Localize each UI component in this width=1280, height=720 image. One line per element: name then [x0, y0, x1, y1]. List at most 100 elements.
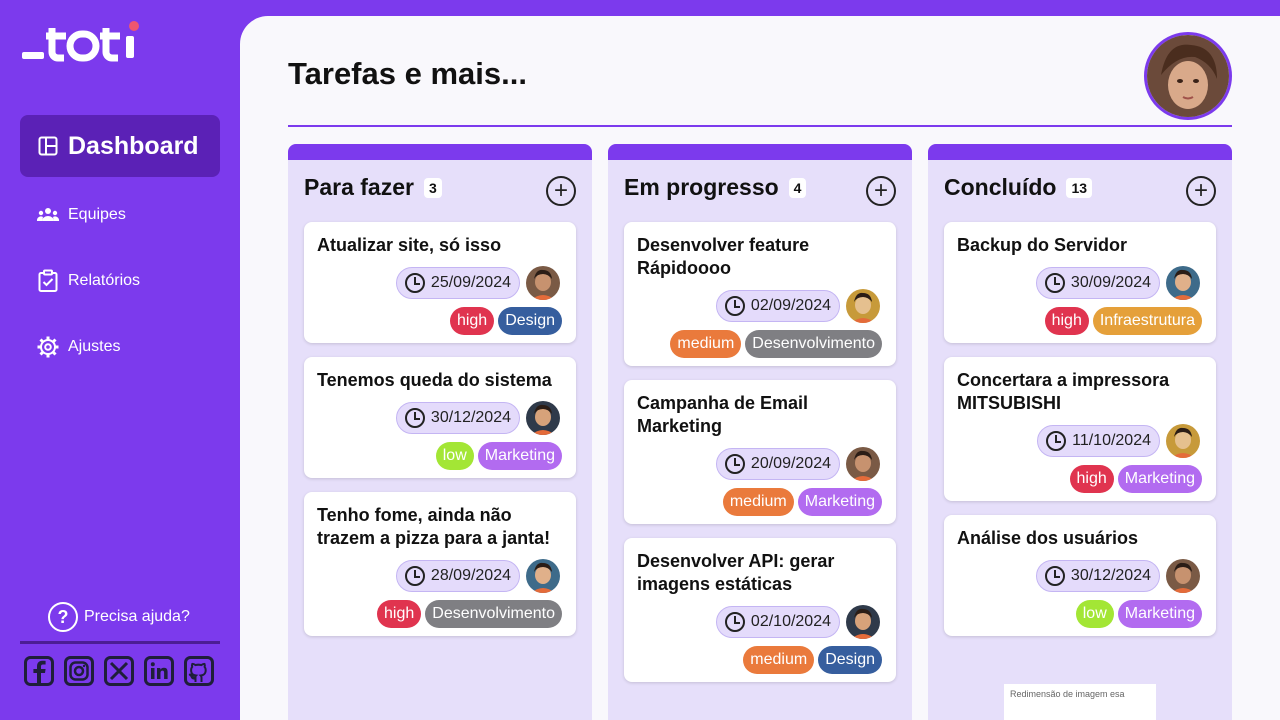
column-header: Em progresso 4 [624, 174, 807, 201]
task-tags: high Design [449, 307, 562, 335]
assignee-avatar[interactable] [1166, 424, 1200, 458]
column-header-bar [288, 144, 592, 160]
instagram-icon[interactable] [64, 656, 94, 686]
task-title: Tenemos queda do sistema [317, 370, 552, 390]
sidebar-item-label: Ajustes [68, 338, 121, 355]
task-card[interactable]: Concertara a impressora MITSUBISHI 11/10/… [944, 357, 1216, 501]
facebook-icon[interactable] [24, 656, 54, 686]
task-meta: 20/09/2024 [715, 447, 880, 481]
tooltip-text: Redimensão de imagem esa [1010, 689, 1125, 699]
github-icon[interactable] [184, 656, 214, 686]
task-tags: low Marketing [1075, 600, 1202, 628]
x-icon[interactable] [104, 656, 134, 686]
due-date: 11/10/2024 [1072, 432, 1151, 449]
due-date: 30/12/2024 [430, 409, 511, 426]
toti-logo[interactable] [22, 20, 142, 64]
plus-icon: + [1193, 177, 1208, 204]
task-meta: 30/09/2024 [1035, 266, 1200, 300]
user-avatar[interactable] [1144, 32, 1232, 120]
sidebar-item-ajustes[interactable]: Ajustes [36, 335, 120, 359]
due-date-pill: 25/09/2024 [395, 267, 520, 299]
assignee-avatar[interactable] [526, 559, 560, 593]
due-date: 20/09/2024 [750, 455, 831, 472]
column-header-bar [928, 144, 1232, 160]
sidebar-item-relatorios[interactable]: Relatórios [36, 269, 140, 293]
priority-tag: medium [722, 488, 794, 516]
task-meta: 02/10/2024 [715, 605, 880, 639]
column-title: Em progresso [624, 174, 779, 200]
due-date-pill: 02/10/2024 [715, 606, 840, 638]
category-tag: Marketing [1117, 465, 1202, 493]
team-icon [36, 208, 60, 221]
task-title: Campanha de Email Marketing [637, 393, 809, 436]
due-date: 02/10/2024 [750, 613, 831, 630]
category-tag: Marketing [797, 488, 882, 516]
assignee-avatar[interactable] [846, 605, 880, 639]
due-date-pill: 30/09/2024 [1035, 267, 1160, 299]
clock-icon [404, 273, 425, 293]
task-meta: 30/12/2024 [1035, 559, 1200, 593]
assignee-avatar[interactable] [526, 266, 560, 300]
sidebar-item-label: Relatórios [68, 272, 141, 289]
priority-tag: high [377, 600, 422, 628]
gear-icon [37, 336, 59, 358]
due-date-pill: 30/12/2024 [1035, 560, 1160, 592]
priority-tag: high [1044, 307, 1089, 335]
task-card[interactable]: Desenvolver API: gerar imagens estáticas… [624, 538, 896, 682]
task-tags: medium Marketing [722, 488, 882, 516]
task-title: Backup do Servidor [957, 235, 1128, 255]
main-panel: Tarefas e mais... Para fazer 3 + Atualizar … [240, 16, 1280, 720]
layout-icon [38, 136, 58, 156]
task-card[interactable]: Desenvolver feature Rápidoooo 02/09/2024 m… [624, 222, 896, 366]
task-meta: 28/09/2024 [395, 559, 560, 593]
due-date: 28/09/2024 [430, 567, 511, 584]
add-card-button[interactable]: + [866, 176, 896, 206]
clipboard-check-icon [38, 269, 58, 292]
column-title: Para fazer [304, 174, 414, 200]
sidebar-item-dashboard[interactable]: Dashboard [20, 115, 220, 177]
task-title: Concertara a impressora MITSUBISHI [957, 370, 1170, 413]
task-title: Desenvolver feature Rápidoooo [637, 235, 810, 278]
priority-tag: medium [743, 646, 815, 674]
add-card-button[interactable]: + [1186, 176, 1216, 206]
category-tag: Design [818, 646, 882, 674]
sidebar-item-label: Equipes [68, 206, 126, 223]
due-date: 02/09/2024 [750, 297, 831, 314]
task-card[interactable]: Tenho fome, ainda não trazem a pizza par… [304, 492, 576, 636]
task-card[interactable]: Atualizar site, só isso 25/09/2024 high Des… [304, 222, 576, 343]
sidebar: Dashboard Equipes Relatórios Ajustes ? P… [0, 0, 240, 720]
task-card[interactable]: Campanha de Email Marketing 20/09/2024 med… [624, 380, 896, 524]
linkedin-icon[interactable] [144, 656, 174, 686]
sidebar-divider [20, 641, 220, 644]
help-icon: ? [48, 602, 78, 632]
task-tags: medium Desenvolvimento [670, 330, 882, 358]
assignee-avatar[interactable] [1166, 266, 1200, 300]
clock-icon [1044, 566, 1065, 586]
assignee-avatar[interactable] [846, 447, 880, 481]
kanban-column: Em progresso 4 + Desenvolver feature Rápido… [608, 144, 912, 720]
column-header: Concluído 13 [944, 174, 1093, 201]
plus-icon: + [873, 177, 888, 204]
task-card[interactable]: Análise dos usuários 30/12/2024 low Marketi… [944, 515, 1216, 636]
due-date-pill: 28/09/2024 [395, 560, 520, 592]
assignee-avatar[interactable] [846, 289, 880, 323]
help-link[interactable]: ? Precisa ajuda? [48, 602, 190, 632]
column-header-bar [608, 144, 912, 160]
assignee-avatar[interactable] [526, 401, 560, 435]
help-label: Precisa ajuda? [84, 608, 190, 625]
clock-icon [404, 566, 425, 586]
task-title: Tenho fome, ainda não trazem a pizza par… [317, 505, 551, 548]
due-date-pill: 20/09/2024 [715, 448, 840, 480]
task-card[interactable]: Tenemos queda do sistema 30/12/2024 low Mar… [304, 357, 576, 478]
priority-tag: medium [670, 330, 742, 358]
assignee-avatar[interactable] [1166, 559, 1200, 593]
column-title: Concluído [944, 174, 1057, 200]
sidebar-item-label: Dashboard [68, 131, 199, 160]
due-date: 30/12/2024 [1070, 567, 1151, 584]
add-card-button[interactable]: + [546, 176, 576, 206]
category-tag: Infraestrutura [1092, 307, 1202, 335]
sidebar-item-equipes[interactable]: Equipes [36, 203, 126, 227]
task-tags: high Infraestrutura [1044, 307, 1202, 335]
due-date: 25/09/2024 [430, 274, 511, 291]
task-card[interactable]: Backup do Servidor 30/09/2024 high Infraest… [944, 222, 1216, 343]
